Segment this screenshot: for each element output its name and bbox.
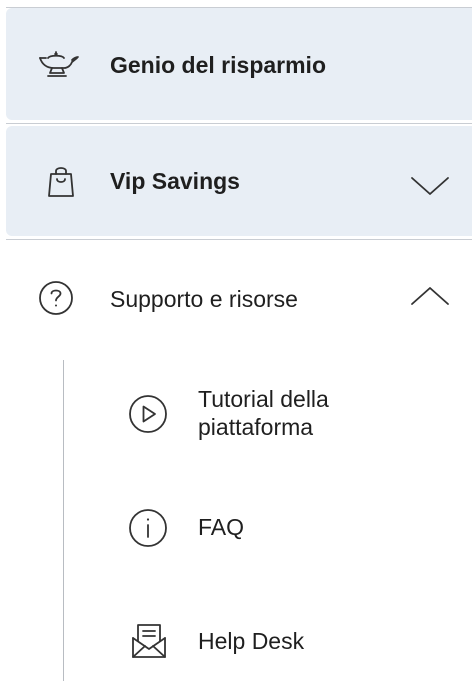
play-circle-icon	[128, 394, 168, 434]
menu-item-label: Supporto e risorse	[110, 286, 298, 312]
submenu-item-label: Tutorial della piattaforma	[198, 386, 329, 441]
menu-item-genio-del-risparmio[interactable]: Genio del risparmio	[6, 8, 472, 120]
submenu-item-tutorial[interactable]: Tutorial della piattaforma	[64, 380, 472, 470]
submenu-item-faq[interactable]: FAQ	[64, 500, 472, 560]
submenu-item-help-desk[interactable]: Help Desk	[64, 612, 472, 672]
menu-item-supporto-e-risorse[interactable]: Supporto e risorse	[6, 240, 472, 355]
submenu-label-line: piattaforma	[198, 413, 314, 440]
chevron-down-icon[interactable]	[408, 170, 452, 200]
shopping-bag-icon	[46, 164, 76, 198]
menu-item-label: Genio del risparmio	[110, 52, 326, 78]
chevron-up-icon[interactable]	[408, 282, 452, 312]
envelope-open-icon	[130, 622, 168, 660]
info-circle-icon	[128, 508, 168, 548]
submenu-item-label: Help Desk	[198, 628, 305, 654]
side-menu: Genio del risparmio Vip Savings Supporto…	[0, 0, 472, 681]
question-circle-icon	[38, 280, 74, 316]
divider	[6, 123, 472, 124]
lamp-icon	[36, 46, 80, 82]
menu-item-label: Vip Savings	[110, 168, 240, 194]
menu-item-vip-savings[interactable]: Vip Savings	[6, 126, 472, 236]
submenu-item-label: FAQ	[198, 514, 245, 540]
submenu-label-line: Tutorial della	[198, 386, 329, 412]
